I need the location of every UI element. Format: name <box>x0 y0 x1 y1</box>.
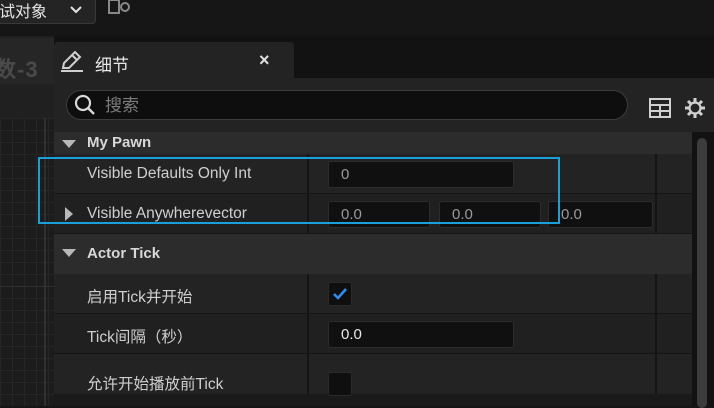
search-input[interactable] <box>103 93 607 119</box>
pencil-icon <box>61 50 83 72</box>
gear-icon[interactable] <box>684 97 706 119</box>
property-row: 启用Tick并开始 <box>54 274 692 314</box>
column-separator <box>655 154 657 194</box>
category-label: Actor Tick <box>87 245 161 262</box>
table-view-icon[interactable] <box>649 97 671 119</box>
checkmark-icon <box>333 288 347 300</box>
close-tab-button[interactable]: × <box>259 50 270 71</box>
scrollbar[interactable] <box>692 132 714 408</box>
collapse-arrow-icon[interactable] <box>62 249 76 257</box>
vector-z-field[interactable]: 0.0 <box>548 201 653 228</box>
category-my-pawn[interactable]: My Pawn <box>54 132 692 154</box>
property-row: 允许开始播放前Tick <box>54 354 692 396</box>
property-row: Tick间隔（秒） 0.0 <box>54 314 692 354</box>
tab-details[interactable]: 细节 × <box>54 42 294 78</box>
tab-title: 细节 <box>95 56 129 75</box>
column-separator <box>307 274 309 314</box>
property-label: Tick间隔（秒） <box>87 329 193 346</box>
top-toolbar: 试对象 <box>0 0 714 34</box>
tick-before-begin-play-checkbox[interactable] <box>328 372 352 396</box>
viewport-label: 数-3 <box>0 57 39 82</box>
column-separator <box>655 194 657 234</box>
column-separator <box>307 354 309 394</box>
property-label: 允许开始播放前Tick <box>87 376 224 393</box>
search-eye-icon[interactable] <box>108 0 132 16</box>
details-toolbar <box>54 78 714 132</box>
tab-strip: 细节 × <box>54 36 714 78</box>
chevron-down-icon <box>70 6 82 14</box>
tick-interval-field[interactable]: 0.0 <box>328 321 514 348</box>
grid-axis-line <box>0 286 54 287</box>
column-separator <box>655 274 657 314</box>
highlight-box <box>38 157 560 224</box>
column-separator <box>655 354 657 394</box>
scrollbar-thumb[interactable] <box>697 138 707 408</box>
object-dropdown-label: 试对象 <box>0 4 48 21</box>
column-separator <box>655 314 657 354</box>
column-separator <box>307 314 309 354</box>
collapse-arrow-icon[interactable] <box>62 140 76 148</box>
start-tick-checkbox[interactable] <box>328 282 352 306</box>
object-dropdown[interactable]: 试对象 <box>0 0 96 24</box>
search-box[interactable] <box>66 90 628 120</box>
search-icon <box>74 94 95 115</box>
category-label: My Pawn <box>87 134 152 151</box>
category-actor-tick[interactable]: Actor Tick <box>54 234 692 274</box>
property-label: 启用Tick并开始 <box>87 289 193 306</box>
